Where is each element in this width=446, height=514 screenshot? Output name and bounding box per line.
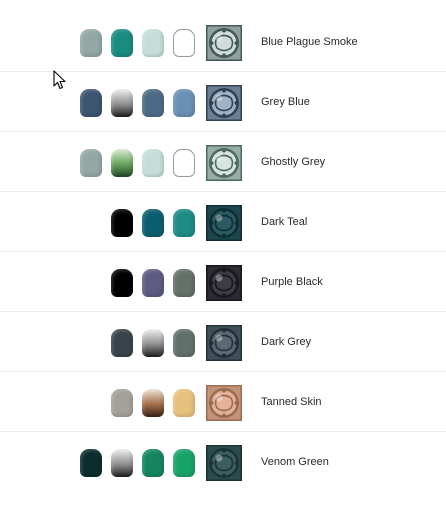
paint-swatches — [80, 149, 195, 177]
paint-swatches — [111, 329, 195, 357]
paint-name[interactable]: Blue Plague Smoke — [261, 36, 358, 48]
paint-name[interactable]: Purple Black — [261, 276, 323, 288]
miniature-base-thumbnail[interactable] — [206, 25, 242, 61]
paint-pot-swatch[interactable] — [142, 149, 164, 177]
paint-name[interactable]: Grey Blue — [261, 96, 310, 108]
paint-pot-swatch[interactable] — [173, 269, 195, 297]
paint-pot-swatch[interactable] — [142, 269, 164, 297]
paint-swatches — [111, 209, 195, 237]
paint-name[interactable]: Dark Teal — [261, 216, 307, 228]
paint-swatches — [111, 389, 195, 417]
miniature-base-thumbnail[interactable] — [206, 445, 242, 481]
paint-name[interactable]: Dark Grey — [261, 336, 311, 348]
paint-pot-swatch[interactable] — [111, 29, 133, 57]
paint-row[interactable]: Dark Grey — [0, 312, 446, 372]
miniature-base-thumbnail[interactable] — [206, 85, 242, 121]
paint-pot-swatch[interactable] — [111, 89, 133, 117]
paint-swatches — [111, 269, 195, 297]
paint-pot-swatch[interactable] — [111, 209, 133, 237]
paint-pot-swatch[interactable] — [80, 149, 102, 177]
paint-row[interactable]: Tanned Skin — [0, 372, 446, 432]
paint-swatches — [80, 29, 195, 57]
paint-pot-swatch[interactable] — [80, 89, 102, 117]
paint-pot-swatch[interactable] — [111, 269, 133, 297]
mouse-pointer-icon — [53, 70, 66, 90]
paint-pot-swatch[interactable] — [142, 209, 164, 237]
paint-swatches — [80, 89, 195, 117]
paint-swatches — [80, 449, 195, 477]
paint-row[interactable]: Ghostly Grey — [0, 132, 446, 192]
paint-row[interactable]: Venom Green — [0, 432, 446, 492]
paint-pot-swatch[interactable] — [142, 449, 164, 477]
miniature-base-thumbnail[interactable] — [206, 385, 242, 421]
paint-pot-swatch[interactable] — [80, 449, 102, 477]
miniature-base-thumbnail[interactable] — [206, 145, 242, 181]
paint-pot-swatch[interactable] — [111, 329, 133, 357]
paint-row[interactable]: Blue Plague Smoke — [0, 12, 446, 72]
paint-pot-swatch[interactable] — [142, 329, 164, 357]
paint-name[interactable]: Ghostly Grey — [261, 156, 325, 168]
paint-pot-swatch[interactable] — [142, 389, 164, 417]
paint-pot-swatch[interactable] — [80, 29, 102, 57]
paint-name[interactable]: Tanned Skin — [261, 396, 322, 408]
paint-pot-swatch[interactable] — [142, 89, 164, 117]
paint-pot-swatch[interactable] — [173, 449, 195, 477]
paint-pot-swatch[interactable] — [173, 329, 195, 357]
paint-pot-swatch[interactable] — [173, 209, 195, 237]
miniature-base-thumbnail[interactable] — [206, 325, 242, 361]
paint-name[interactable]: Venom Green — [261, 456, 329, 468]
miniature-base-thumbnail[interactable] — [206, 265, 242, 301]
paint-pot-swatch[interactable] — [173, 29, 195, 57]
paint-row[interactable]: Purple Black — [0, 252, 446, 312]
paint-pot-swatch[interactable] — [111, 449, 133, 477]
paint-pot-swatch[interactable] — [142, 29, 164, 57]
paint-pot-swatch[interactable] — [173, 149, 195, 177]
paint-pot-swatch[interactable] — [111, 149, 133, 177]
miniature-base-thumbnail[interactable] — [206, 205, 242, 241]
paint-pot-swatch[interactable] — [173, 389, 195, 417]
paint-pot-swatch[interactable] — [173, 89, 195, 117]
paint-row[interactable]: Dark Teal — [0, 192, 446, 252]
paint-pot-swatch[interactable] — [111, 389, 133, 417]
